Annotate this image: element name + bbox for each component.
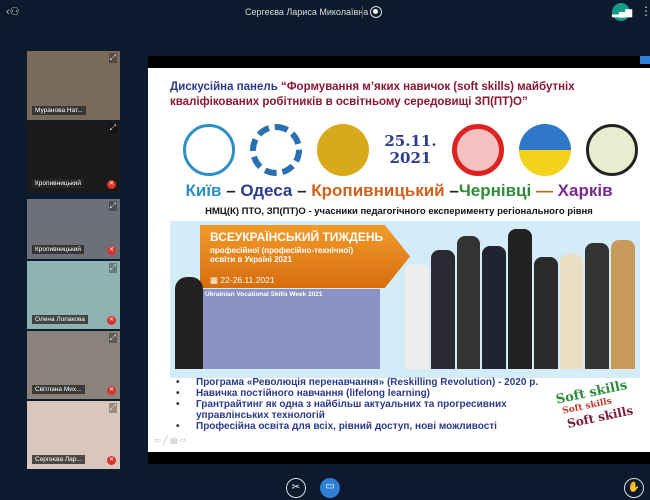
bullet-item: Професійна освіта для всіх, рівний досту…: [176, 421, 546, 432]
fullscreen-icon[interactable]: ⤢: [108, 123, 117, 133]
participant-name: Сергеєва Лар...: [32, 455, 85, 464]
logo-gear: [250, 124, 303, 176]
divider: [362, 6, 363, 18]
participant-tile[interactable]: ⤢ Олена Лопакова ✕: [27, 261, 120, 329]
person: [533, 257, 558, 369]
city-name: Харків: [557, 181, 613, 200]
date-year: 2021: [389, 149, 432, 167]
mic-muted-icon: ✕: [107, 316, 116, 325]
city-name: —: [531, 181, 558, 200]
more-icon[interactable]: ⋮: [640, 4, 650, 18]
person: [456, 236, 481, 369]
city-name: Кропивницький: [311, 181, 445, 200]
participant-name: Кропивницький: [32, 245, 85, 254]
fullscreen-icon[interactable]: ⤢: [108, 53, 117, 63]
bullet-item: Грантрайтинг як одна з найбільш актуальн…: [176, 399, 546, 421]
city-name: Чернівці: [458, 181, 532, 200]
participant-name: Кропивницький: [32, 179, 85, 188]
logo-kharkiv: [585, 124, 638, 176]
signal-icon[interactable]: ▂▄▆: [612, 3, 632, 21]
cities-line: Київ – Одеса – Кропивницький –Чернівці —…: [148, 181, 650, 201]
person: [611, 240, 636, 369]
mic-muted-icon: ✕: [107, 246, 116, 255]
banner-title: ВСЕУКРАЇНСЬКИЙ ТИЖДЕНЬ: [210, 230, 384, 244]
person: [482, 245, 507, 369]
slide-subtitle: НМЦ(К) ПТО, ЗП(ПТ)О - учасники педагогіч…: [205, 206, 593, 217]
shared-screen: Дискусійна панель “Формування м’яких нав…: [148, 56, 650, 464]
bullet-item: Навичка постійного навчання (lifelong le…: [176, 388, 546, 399]
logo-kropyvnytskyi: [451, 124, 504, 176]
fullscreen-icon[interactable]: ⤢: [108, 333, 117, 343]
city-name: Одеса: [240, 181, 293, 200]
skills-week-image: Ukrainian Vocational Skills Week 2021: [202, 289, 380, 369]
fullscreen-icon[interactable]: ⤢: [108, 403, 117, 413]
person: [508, 229, 532, 369]
top-bar: ‹⚇ Сергеєва Лариса Миколаївна ▂▄▆ ⋮: [0, 0, 650, 26]
city-name: –: [444, 181, 459, 200]
participant-tile[interactable]: ⤢ Кропивницький ✕: [27, 121, 120, 193]
fullscreen-icon[interactable]: ⤢: [108, 201, 117, 211]
raise-hand-button[interactable]: ✋: [624, 478, 644, 498]
date-line: 25.11.: [384, 132, 437, 150]
slide-title: Дискусійна панель “Формування м’яких нав…: [170, 80, 650, 110]
banner-dates: ▦ 22-26.11.2021: [210, 275, 275, 285]
soft-skills-graphic: Soft skills Soft skills Soft skills: [555, 378, 635, 432]
city-name: Київ: [185, 181, 222, 200]
participant-tile[interactable]: ⤢ Кропивницький ✕: [27, 199, 120, 259]
participant-tile[interactable]: ⤢ Сергеєва Лар... ✕: [27, 401, 120, 469]
mic-muted-icon: ✕: [107, 386, 116, 395]
banner-subtitle: професійної (професійно-технічної) освіт…: [210, 246, 354, 264]
logo-row: 25.11. 2021: [183, 120, 638, 180]
meeting-host-name: Сергеєва Лариса Миколаївна: [245, 7, 369, 17]
camera-button[interactable]: ▭: [320, 478, 340, 498]
participant-tile[interactable]: ⤢ Муранова Нат...: [27, 51, 120, 120]
record-icon[interactable]: [370, 6, 382, 18]
city-name: –: [221, 181, 241, 200]
city-name: –: [292, 181, 312, 200]
person: [559, 254, 584, 369]
logo-kyiv: [183, 124, 235, 176]
title-lead: Дискусійна панель: [170, 81, 281, 93]
participant-name: Олена Лопакова: [32, 315, 88, 324]
banner-arrow: ВСЕУКРАЇНСЬКИЙ ТИЖДЕНЬ професійної (проф…: [200, 225, 410, 288]
mic-muted-icon: ✕: [107, 180, 116, 189]
skills-week-label: Ukrainian Vocational Skills Week 2021: [205, 291, 323, 298]
person: [430, 250, 455, 369]
participant-name: Муранова Нат...: [32, 106, 86, 115]
fullscreen-icon[interactable]: ⤢: [108, 263, 117, 273]
slide-nav-controls[interactable]: ⇦ ╱ ▤ ⇨: [154, 436, 186, 445]
bullet-item: Програма «Революція перенавчання» (Reski…: [176, 377, 546, 388]
mic-muted-icon: ✕: [107, 456, 116, 465]
presenter-image: [175, 277, 203, 369]
person: [405, 264, 429, 369]
presentation-slide: Дискусійна панель “Формування м’яких нав…: [148, 68, 650, 452]
logo-chernivtsi: [518, 124, 571, 176]
mic-off-button[interactable]: ✂: [286, 478, 306, 498]
minimize-button[interactable]: [640, 56, 650, 64]
event-date: 25.11. 2021: [384, 133, 436, 167]
bullet-list: Програма «Революція перенавчання» (Reski…: [176, 377, 546, 432]
logo-odesa: [317, 124, 370, 176]
workers-image: [405, 229, 636, 369]
vocational-week-banner: ВСЕУКРАЇНСЬКИЙ ТИЖДЕНЬ професійної (проф…: [170, 221, 640, 378]
participant-tile[interactable]: ⤢ Світлана Мих... ✕: [27, 331, 120, 399]
participants-icon[interactable]: ‹⚇: [6, 5, 20, 18]
person: [585, 243, 610, 369]
dates-text: 22-26.11.2021: [220, 275, 275, 285]
participant-name: Світлана Мих...: [32, 385, 85, 394]
